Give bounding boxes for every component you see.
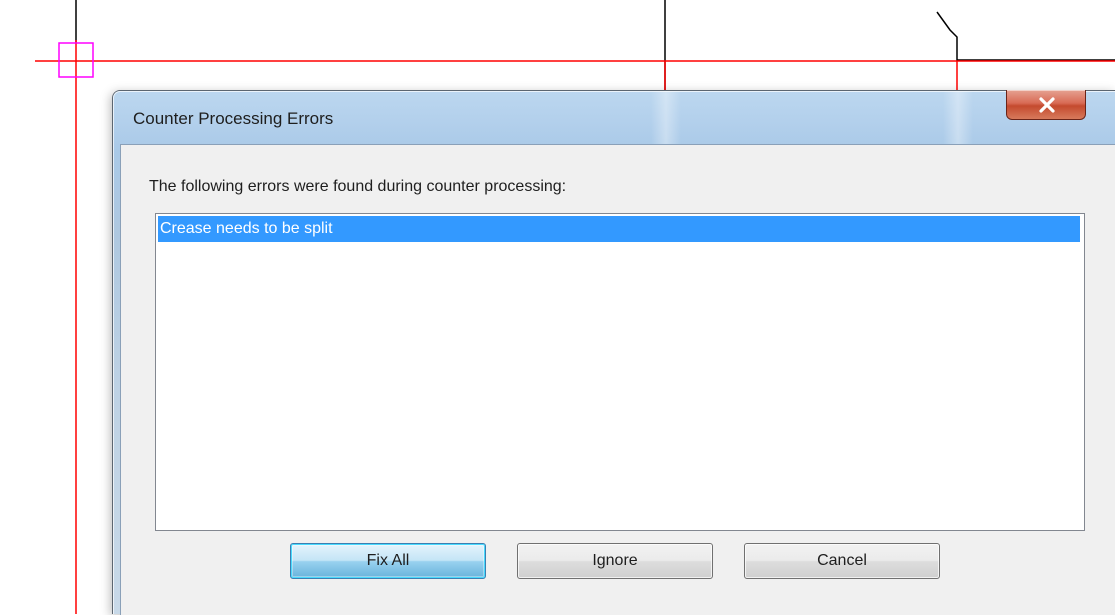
dialog-title: Counter Processing Errors [133,109,334,128]
counter-processing-errors-dialog: Counter Processing Errors The following … [112,90,1115,615]
ignore-button[interactable]: Ignore [517,543,713,579]
black-edge-line [936,11,1115,61]
error-list-item[interactable]: Crease needs to be split [158,216,1080,242]
dialog-client-area: The following errors were found during c… [120,144,1115,615]
cancel-button[interactable]: Cancel [744,543,940,579]
close-button[interactable] [1006,90,1086,120]
error-prompt-text: The following errors were found during c… [149,178,567,195]
close-icon [1039,97,1055,113]
fix-all-button[interactable]: Fix All [290,543,486,579]
error-list[interactable]: Crease needs to be split [155,213,1085,531]
